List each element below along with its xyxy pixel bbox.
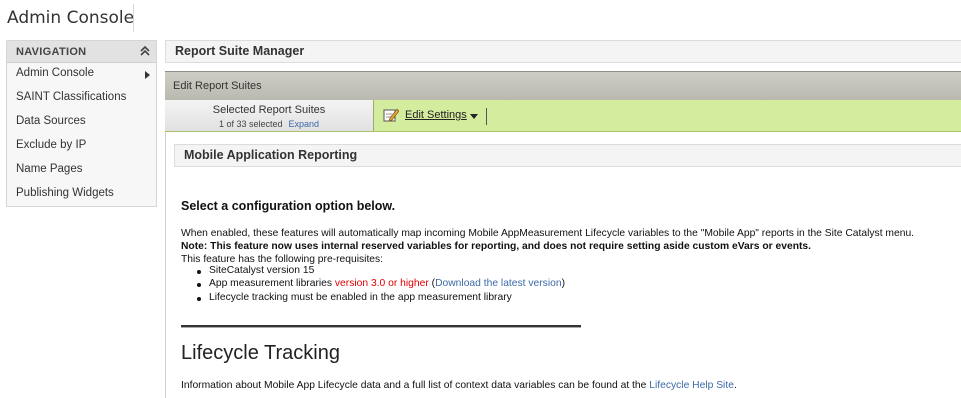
report-suite-manager-header: Report Suite Manager [165, 40, 961, 63]
selected-count: 1 of 33 selected Expand [165, 119, 373, 129]
selection-toolbar: Selected Report Suites 1 of 33 selected E… [165, 100, 961, 132]
edit-report-suites-label: Edit Report Suites [173, 80, 262, 92]
lifecycle-help-link[interactable]: Lifecycle Help Site [649, 380, 734, 391]
lifecycle-heading: Lifecycle Tracking [181, 342, 340, 364]
list-item-text: App measurement libraries [209, 278, 335, 290]
app-title: Admin Console [7, 8, 135, 28]
sidebar-item-label: Admin Console [16, 67, 94, 79]
list-item: SiteCatalyst version 15 [196, 265, 565, 278]
lifecycle-info: Information about Mobile App Lifecycle d… [181, 380, 737, 391]
sidebar-item-label: Data Sources [16, 115, 86, 127]
list-item: Lifecycle tracking must be enabled in th… [196, 292, 565, 305]
section-header: Mobile Application Reporting [174, 144, 961, 167]
section-divider [181, 325, 581, 328]
prereq-list: SiteCatalyst version 15 App measurement … [196, 265, 566, 305]
main-panel: Report Suite Manager Edit Report Suites … [165, 40, 961, 398]
note-bold: Note: This feature now uses internal res… [181, 241, 812, 252]
edit-report-suites-bar: Edit Report Suites [165, 71, 961, 101]
page-title: Report Suite Manager [175, 44, 305, 58]
sidebar-item-saint-classifications[interactable]: SAINT Classifications [7, 87, 156, 111]
selected-report-suites-box: Selected Report Suites 1 of 33 selected E… [165, 100, 374, 131]
nav-header-label: NAVIGATION [16, 46, 87, 58]
edit-pencil-icon [383, 108, 399, 122]
sidebar-item-admin-console[interactable]: Admin Console [7, 63, 156, 87]
divider [133, 4, 134, 32]
section-title: Mobile Application Reporting [184, 148, 358, 162]
double-chevron-up-icon[interactable] [138, 44, 152, 58]
selected-count-text: 1 of 33 selected [218, 119, 283, 129]
selected-report-suites-title: Selected Report Suites [212, 104, 326, 116]
top-bar: Admin Console [0, 0, 961, 36]
list-item: App measurement libraries version 3.0 or… [196, 278, 566, 291]
sidebar-item-label: Name Pages [16, 163, 83, 175]
sidebar-item-label: SAINT Classifications [16, 91, 127, 103]
sidebar: NAVIGATION Admin Console SAINT Classific… [6, 40, 157, 207]
sidebar-item-data-sources[interactable]: Data Sources [7, 111, 156, 135]
sidebar-item-publishing-widgets[interactable]: Publishing Widgets [7, 183, 156, 207]
edit-settings-label: Edit Settings [405, 109, 467, 121]
prereq-intro: This feature has the following pre-requi… [181, 254, 384, 265]
config-heading: Select a configuration option below. [181, 199, 396, 213]
caret-down-icon [470, 114, 478, 119]
sidebar-item-name-pages[interactable]: Name Pages [7, 159, 156, 183]
chevron-right-icon [145, 71, 150, 79]
version-requirement: version 3.0 or higher [334, 278, 429, 290]
sidebar-item-label: Exclude by IP [16, 139, 87, 151]
note-text: Note: This feature now uses internal res… [181, 241, 811, 252]
description-text: When enabled, these features will automa… [181, 228, 915, 239]
toolbar-separator [486, 108, 487, 125]
expand-link[interactable]: Expand [289, 119, 320, 129]
lifecycle-info-text: Information about Mobile App Lifecycle d… [181, 380, 650, 391]
download-latest-link[interactable]: Download the latest version [435, 278, 562, 289]
lifecycle-info-end: . [733, 380, 737, 391]
sidebar-item-exclude-by-ip[interactable]: Exclude by IP [7, 135, 156, 159]
paren-close: ) [561, 278, 566, 290]
nav-header: NAVIGATION [7, 41, 156, 63]
content-area: Mobile Application Reporting Select a co… [165, 132, 961, 398]
sidebar-item-label: Publishing Widgets [16, 187, 114, 199]
